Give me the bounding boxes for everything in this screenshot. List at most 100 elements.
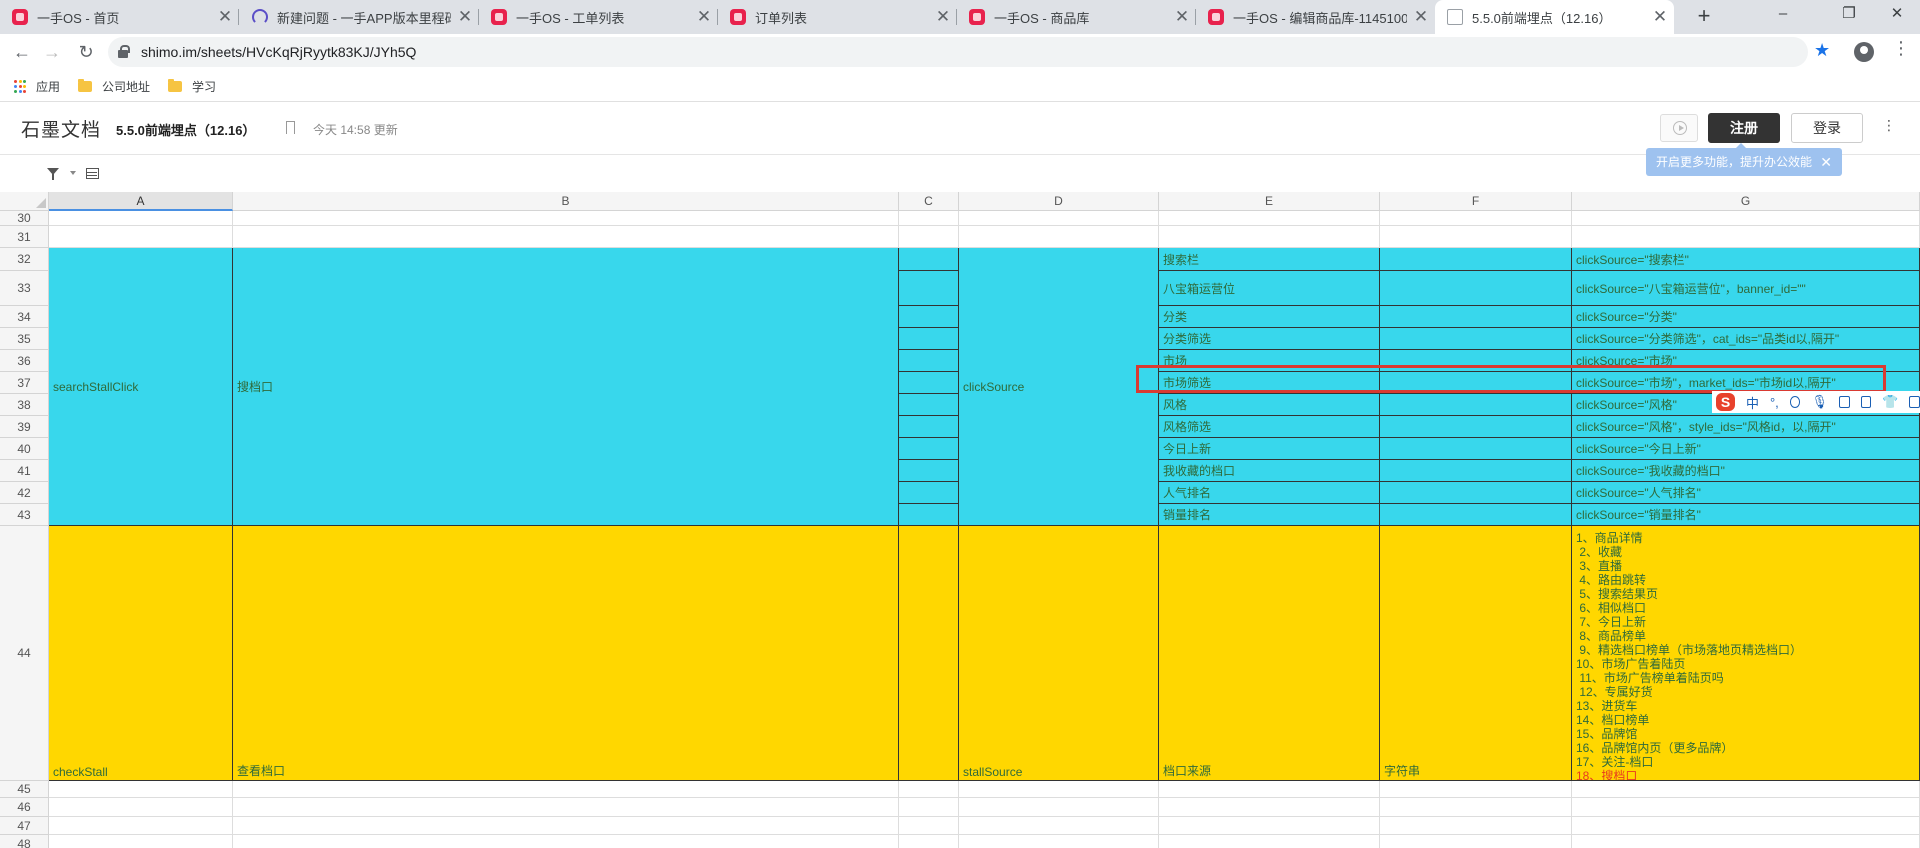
microphone-icon[interactable]: 🎙 <box>1811 394 1828 410</box>
tab-close-icon[interactable]: ✕ <box>451 7 479 27</box>
row-header[interactable]: 44 <box>0 526 49 781</box>
grid-cell[interactable] <box>1380 211 1572 226</box>
row-header[interactable]: 31 <box>0 226 49 248</box>
event-name-cell[interactable]: checkStall <box>49 526 233 781</box>
grid-cell[interactable] <box>233 781 899 798</box>
grid-cell[interactable] <box>899 306 959 328</box>
grid-cell[interactable] <box>49 835 233 848</box>
column-header-c[interactable]: C <box>899 192 959 211</box>
tab-close-icon[interactable]: ✕ <box>1646 7 1674 27</box>
grid-cell[interactable] <box>1380 438 1572 460</box>
grid-cell[interactable] <box>899 460 959 482</box>
grid-cell[interactable] <box>899 416 959 438</box>
grid-cell[interactable] <box>1380 835 1572 848</box>
source-value-cell[interactable]: clickSource="风格"，style_ids="风格id，以,隔开" <box>1572 416 1920 438</box>
maximize-button[interactable]: ❐ <box>1826 0 1872 30</box>
row-header[interactable]: 36 <box>0 350 49 372</box>
grid-cell[interactable] <box>1572 226 1920 248</box>
grid-cell[interactable] <box>1380 798 1572 817</box>
row-header[interactable]: 41 <box>0 460 49 482</box>
tab-close-icon[interactable]: ✕ <box>690 7 718 27</box>
source-value-cell[interactable]: clickSource="八宝箱运营位"，banner_id="" <box>1572 271 1920 306</box>
grid-cell[interactable] <box>1159 781 1380 798</box>
grid-cell[interactable] <box>899 526 959 781</box>
brand-logo[interactable]: 石墨文档 <box>21 115 101 142</box>
grid-cell[interactable] <box>1572 817 1920 835</box>
grid-cell[interactable] <box>899 817 959 835</box>
source-enum-list-cell[interactable]: 1、商品详情 2、收藏 3、直播 4、路由跳转 5、搜索结果页 6、相似档口 7… <box>1572 526 1920 781</box>
grid-cell[interactable] <box>899 328 959 350</box>
column-header-e[interactable]: E <box>1159 192 1380 211</box>
source-value-cell[interactable]: clickSource="我收藏的档口" <box>1572 460 1920 482</box>
browser-tab[interactable]: 新建问题 - 一手APP版本里程碑 ✕ <box>240 0 479 34</box>
skin-shirt-icon[interactable]: 👕 <box>1882 394 1898 410</box>
grid-cell[interactable] <box>1380 306 1572 328</box>
tab-close-icon[interactable]: ✕ <box>929 7 957 27</box>
source-name-cell[interactable]: 今日上新 <box>1159 438 1380 460</box>
grid-cell[interactable] <box>1572 835 1920 848</box>
grid-cell[interactable] <box>899 350 959 372</box>
grid-cell[interactable] <box>49 211 233 226</box>
table-view-icon[interactable] <box>86 168 99 179</box>
grid-cell[interactable] <box>1380 817 1572 835</box>
grid-cell[interactable] <box>1380 248 1572 271</box>
browser-tab[interactable]: 一手OS - 商品库 ✕ <box>957 0 1196 34</box>
source-value-cell[interactable]: clickSource="人气排名" <box>1572 482 1920 504</box>
grid-cell[interactable] <box>1380 226 1572 248</box>
register-button[interactable]: 注册 <box>1708 113 1780 143</box>
source-value-cell[interactable]: clickSource="销量排名" <box>1572 504 1920 526</box>
grid-cell[interactable] <box>49 798 233 817</box>
row-header[interactable]: 39 <box>0 416 49 438</box>
grid-cell[interactable] <box>49 817 233 835</box>
source-name-cell[interactable]: 我收藏的档口 <box>1159 460 1380 482</box>
grid-cell[interactable] <box>899 211 959 226</box>
browser-tab[interactable]: 一手OS - 编辑商品库-11451000 ✕ <box>1196 0 1435 34</box>
grid-cell[interactable] <box>1572 781 1920 798</box>
browser-tab[interactable]: 一手OS - 首页 ✕ <box>0 0 239 34</box>
tab-close-icon[interactable]: ✕ <box>1407 7 1435 27</box>
filter-icon[interactable] <box>47 168 59 180</box>
select-all-corner[interactable] <box>0 192 49 211</box>
row-header[interactable]: 46 <box>0 798 49 817</box>
column-header-d[interactable]: D <box>959 192 1159 211</box>
sogou-logo-icon[interactable]: S <box>1716 393 1735 411</box>
forward-arrow-icon[interactable]: → <box>38 38 66 66</box>
browser-tab[interactable]: 5.5.0前端埋点（12.16） ✕ <box>1435 0 1674 34</box>
grid-cell[interactable] <box>233 835 899 848</box>
grid-cell[interactable] <box>899 835 959 848</box>
grid-cell[interactable] <box>899 798 959 817</box>
browser-tab[interactable]: 订单列表 ✕ <box>718 0 957 34</box>
row-header[interactable]: 45 <box>0 781 49 798</box>
column-header-b[interactable]: B <box>233 192 899 211</box>
tab-close-icon[interactable]: ✕ <box>211 7 239 27</box>
source-name-cell[interactable]: 风格 <box>1159 394 1380 416</box>
grid-cell[interactable] <box>959 817 1159 835</box>
column-header-g[interactable]: G <box>1572 192 1920 211</box>
param-type-cell[interactable]: 字符串 <box>1380 526 1572 781</box>
new-tab-button[interactable]: + <box>1690 3 1718 31</box>
grid-cell[interactable] <box>1380 504 1572 526</box>
grid-cell[interactable] <box>1380 416 1572 438</box>
grid-cell[interactable] <box>899 226 959 248</box>
tab-close-icon[interactable]: ✕ <box>1168 7 1196 27</box>
bookmark-study[interactable]: 学习 <box>168 78 216 95</box>
reload-icon[interactable]: ↻ <box>72 38 100 66</box>
event-desc-cell[interactable]: 搜档口 <box>233 248 899 526</box>
grid-cell[interactable] <box>233 798 899 817</box>
grid-cell[interactable] <box>899 438 959 460</box>
ime-language-toggle[interactable]: 中 <box>1746 393 1759 412</box>
column-header-f[interactable]: F <box>1380 192 1572 211</box>
account-avatar-icon[interactable] <box>1854 42 1874 62</box>
grid-cell[interactable] <box>233 211 899 226</box>
more-options-icon[interactable]: ⋮ <box>1882 117 1896 134</box>
source-name-cell[interactable]: 分类筛选 <box>1159 328 1380 350</box>
spreadsheet-grid[interactable]: A B C D E F G 30 31 searchStallClick 搜档口 clickSourc… <box>0 192 1920 848</box>
source-value-cell[interactable]: clickSource="今日上新" <box>1572 438 1920 460</box>
browser-tab[interactable]: 一手OS - 工单列表 ✕ <box>479 0 718 34</box>
grid-cell[interactable] <box>959 781 1159 798</box>
row-header[interactable]: 43 <box>0 504 49 526</box>
minimize-button[interactable]: – <box>1760 0 1806 30</box>
login-button[interactable]: 登录 <box>1791 113 1863 143</box>
grid-cell[interactable] <box>1380 460 1572 482</box>
grid-cell[interactable] <box>1380 394 1572 416</box>
